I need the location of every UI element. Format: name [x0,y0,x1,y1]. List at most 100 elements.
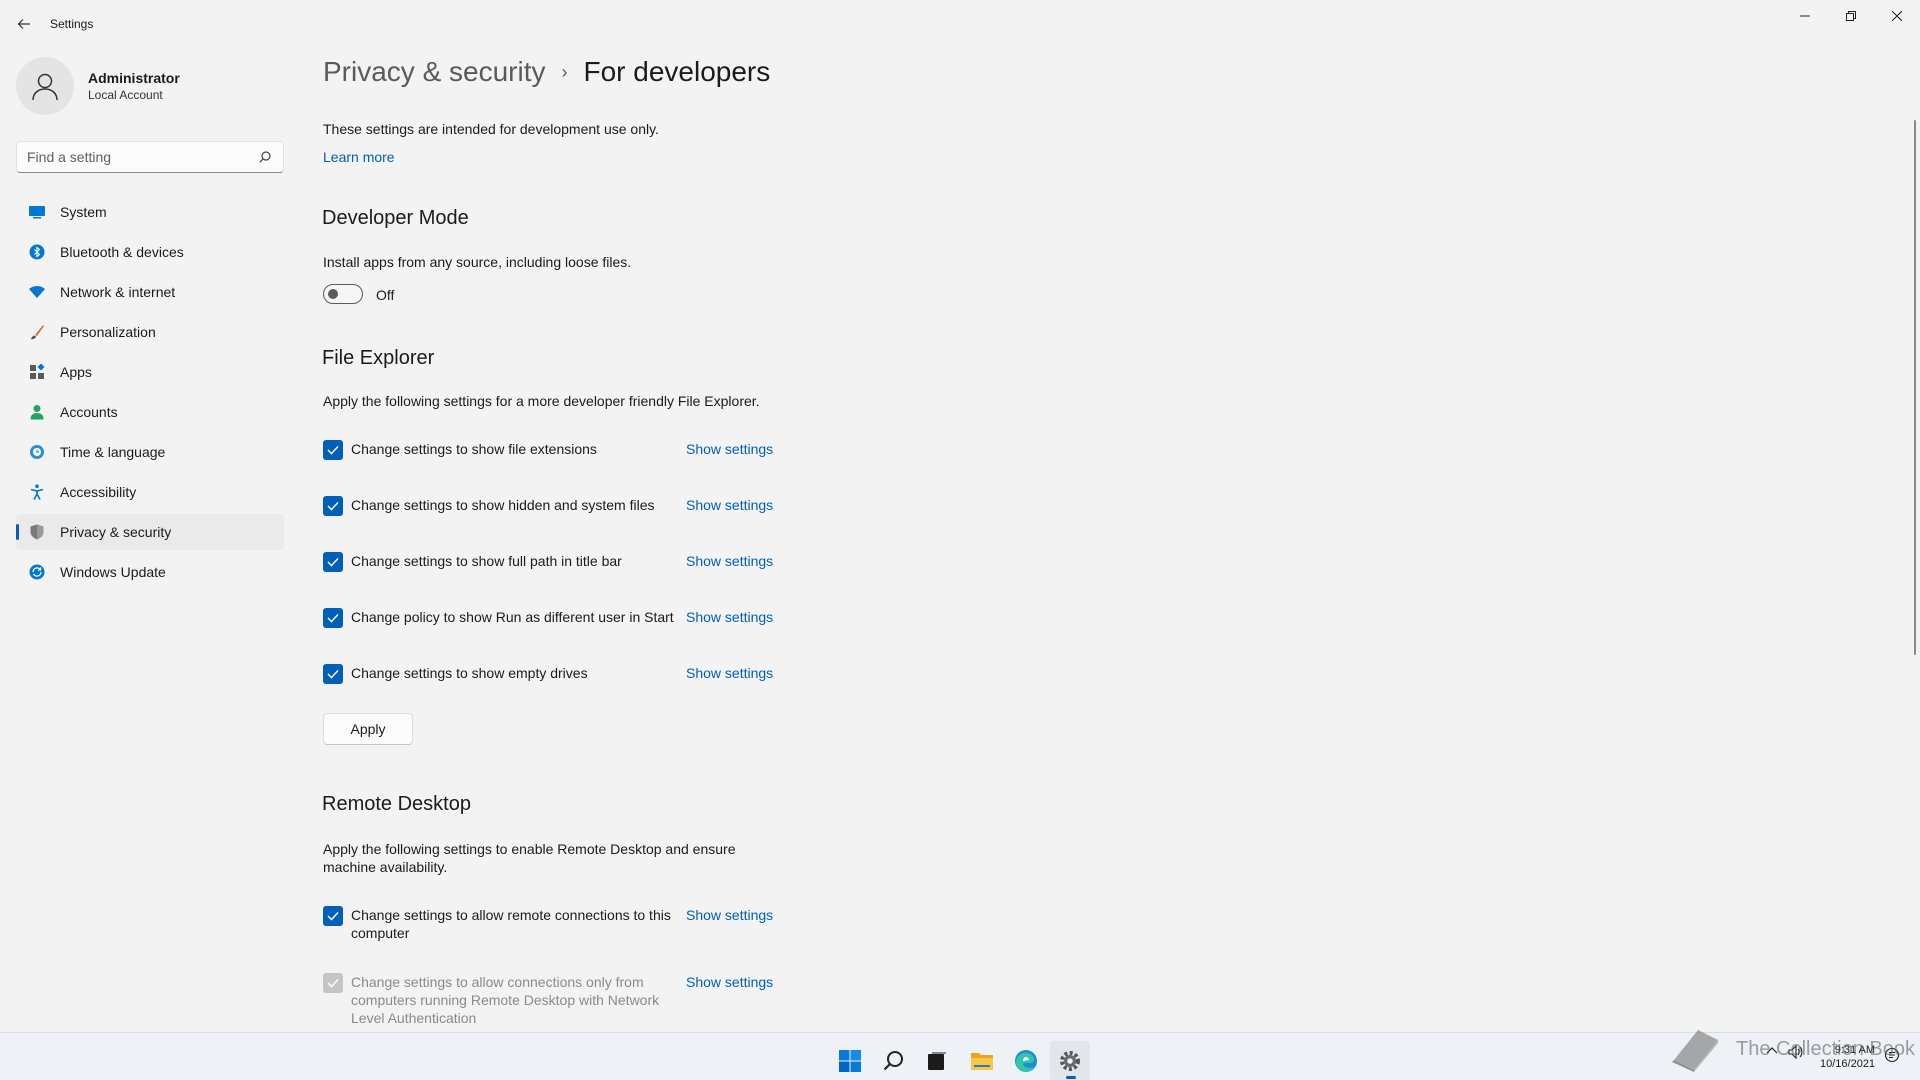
sidebar-item-network[interactable]: Network & internet [16,274,284,310]
search-input[interactable] [27,149,257,165]
breadcrumb-parent[interactable]: Privacy & security [323,56,546,88]
update-icon [28,563,46,581]
sidebar-item-label: Personalization [60,324,156,340]
search-icon[interactable] [257,149,273,165]
show-settings-link[interactable]: Show settings [686,907,773,923]
option-label: Change settings to show hidden and syste… [351,497,655,513]
full-path-checkbox[interactable] [323,552,343,572]
task-view-icon [928,1052,946,1070]
option-label: Change settings to allow connections onl… [351,974,660,1026]
book-icon [1672,1030,1718,1072]
active-app-indicator [1066,1076,1076,1079]
empty-drives-option: Change settings to show empty drives Sho… [323,664,783,684]
user-profile[interactable]: Administrator Local Account [16,56,180,116]
empty-drives-checkbox[interactable] [323,664,343,684]
remote-desktop-title: Remote Desktop [322,793,471,815]
show-settings-link[interactable]: Show settings [686,497,773,513]
learn-more-link[interactable]: Learn more [323,149,395,165]
bluetooth-icon [28,243,46,261]
brush-icon [28,323,46,341]
file-explorer-title: File Explorer [322,347,435,369]
full-path-option: Change settings to show full path in tit… [323,552,783,572]
nla-option: Change settings to allow connections onl… [323,973,783,1027]
edge-icon [1015,1050,1037,1072]
run-as-user-checkbox[interactable] [323,608,343,628]
start-icon [839,1050,861,1072]
run-as-user-option: Change policy to show Run as different u… [323,608,783,628]
page-title: For developers [583,56,771,87]
taskbar-search-button[interactable] [874,1041,914,1080]
close-icon [1892,11,1902,21]
sidebar-item-label: Privacy & security [60,524,172,540]
sidebar-item-accessibility[interactable]: Accessibility [16,474,284,510]
scrollbar[interactable] [1914,120,1916,655]
sidebar-item-accounts[interactable]: Accounts [16,394,284,430]
sidebar-item-windows-update[interactable]: Windows Update [16,554,284,590]
sidebar-item-system[interactable]: System [16,194,284,230]
show-settings-link[interactable]: Show settings [686,665,773,681]
sidebar-item-label: Network & internet [60,284,176,300]
sidebar-item-label: Bluetooth & devices [60,244,184,260]
show-settings-link[interactable]: Show settings [686,553,773,569]
checkmark-icon [327,911,339,921]
sidebar-item-bluetooth[interactable]: Bluetooth & devices [16,234,284,270]
sidebar-item-label: Apps [60,364,92,380]
sidebar-item-label: System [60,204,107,220]
user-icon [32,73,58,101]
show-settings-link[interactable]: Show settings [686,609,773,625]
option-label: Change settings to show empty drives [351,665,588,681]
taskbar: 9:31 AM 10/16/2021 [0,1032,1920,1080]
apply-button[interactable]: Apply [323,713,413,745]
toggle-knob [328,289,338,299]
avatar [16,57,74,115]
account-type: Local Account [88,88,163,102]
file-explorer-icon [971,1053,993,1070]
app-title: Settings [50,17,94,31]
start-button[interactable] [830,1041,870,1080]
intro-text: These settings are intended for developm… [323,121,659,137]
file-explorer-description: Apply the following settings for a more … [323,393,760,409]
watermark-text: The Collection Book [1736,1037,1915,1060]
hidden-files-checkbox[interactable] [323,496,343,516]
back-button[interactable] [12,12,36,36]
settings-button[interactable] [1050,1041,1090,1080]
checkmark-icon [327,613,339,623]
settings-icon [1060,1051,1080,1071]
sidebar-item-personalization[interactable]: Personalization [16,314,284,350]
sidebar-item-privacy-security[interactable]: Privacy & security [16,514,284,550]
sidebar-item-time-language[interactable]: Time & language [16,434,284,470]
breadcrumb: Privacy & security › For developers [323,56,770,88]
developer-mode-state: Off [376,287,395,303]
remote-desktop-description: Apply the following settings to enable R… [323,841,736,875]
checkmark-icon [327,669,339,679]
show-settings-link[interactable]: Show settings [686,974,773,990]
sidebar-item-label: Accessibility [60,484,137,500]
accessibility-icon [28,483,46,501]
shield-icon [28,523,46,541]
search-box[interactable] [16,141,284,173]
file-explorer-button[interactable] [962,1041,1002,1080]
watermark: The Collection Book [1668,1026,1915,1072]
show-settings-link[interactable]: Show settings [686,441,773,457]
system-icon [28,203,46,221]
remote-connections-checkbox[interactable] [323,906,343,926]
checkmark-icon [327,445,339,455]
edge-button[interactable] [1006,1041,1046,1080]
remote-connections-option: Change settings to allow remote connecti… [323,906,783,942]
option-label: Change policy to show Run as different u… [351,609,674,625]
sidebar-item-apps[interactable]: Apps [16,354,284,390]
nla-checkbox [323,973,343,993]
developer-mode-toggle[interactable] [323,284,363,304]
accounts-icon [28,403,46,421]
option-label: Change settings to show full path in tit… [351,553,622,569]
task-view-button[interactable] [917,1041,957,1080]
sidebar-item-label: Time & language [60,444,166,460]
main-content: Privacy & security › For developers Thes… [322,0,1882,1032]
option-label: Change settings to allow remote connecti… [351,907,671,941]
file-extensions-checkbox[interactable] [323,440,343,460]
sidebar-item-label: Windows Update [60,564,166,580]
user-name: Administrator [88,70,180,86]
back-arrow-icon [17,19,30,29]
developer-mode-title: Developer Mode [322,207,469,229]
checkmark-icon [327,501,339,511]
